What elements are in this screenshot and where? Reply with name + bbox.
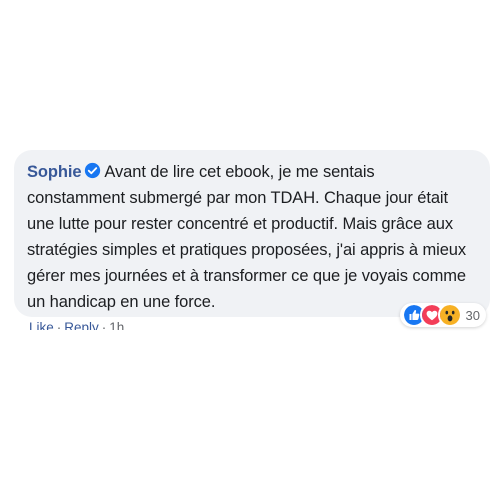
author-name[interactable]: Sophie	[27, 163, 82, 181]
separator: ·	[56, 320, 62, 330]
reply-link[interactable]: Reply	[64, 320, 99, 330]
reactions-summary[interactable]: 30	[399, 303, 486, 327]
verified-badge-icon	[85, 162, 101, 179]
wow-icon	[437, 303, 462, 327]
reaction-count: 30	[465, 307, 480, 323]
comment-text: Avant de lire cet ebook, je me sentais c…	[27, 163, 467, 311]
timestamp[interactable]: 1h	[109, 320, 124, 330]
like-link[interactable]: Like	[29, 320, 54, 330]
comment-actions: Like · Reply · 1h	[29, 317, 149, 330]
comment-body: Sophie Avant de lire cet ebook, je me se…	[27, 159, 474, 315]
separator: ·	[101, 320, 107, 330]
comment-bubble: Sophie Avant de lire cet ebook, je me se…	[14, 150, 490, 327]
